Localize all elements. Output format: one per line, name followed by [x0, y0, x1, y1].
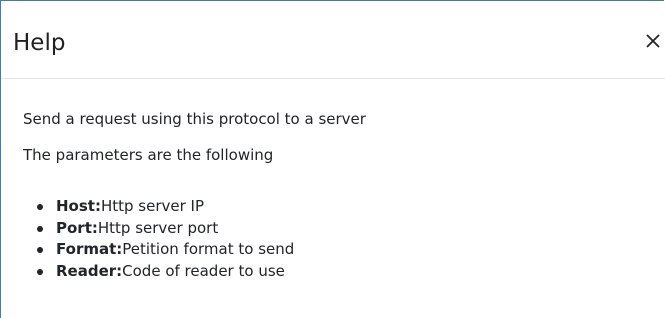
intro-text: Send a request using this protocol to a … — [23, 110, 366, 128]
list-item: Port:Http server port — [37, 218, 294, 240]
param-name: Port: — [56, 218, 98, 237]
param-name: Format: — [56, 240, 123, 258]
bullet-icon — [37, 247, 43, 253]
param-description: Petition format to send — [122, 240, 295, 258]
list-item: Host:Http server IP — [37, 196, 294, 218]
param-name: Host: — [56, 197, 101, 215]
list-item: Reader:Code of reader to use — [37, 261, 294, 283]
param-description: Code of reader to use — [122, 261, 285, 280]
param-list: Host:Http server IP Port:Http server por… — [37, 196, 294, 282]
bullet-icon — [37, 268, 43, 275]
params-heading: The parameters are the following — [23, 146, 274, 164]
dialog-body: Send a request using this protocol to a … — [23, 109, 654, 165]
close-icon — [646, 34, 660, 48]
help-dialog: Help Send a request using this protocol … — [0, 0, 665, 318]
param-description: Http server port — [97, 218, 219, 237]
param-name: Reader: — [56, 261, 123, 280]
close-button[interactable] — [643, 27, 663, 55]
bullet-icon — [37, 204, 43, 210]
bullet-icon — [37, 225, 43, 232]
dialog-title: Help — [13, 30, 66, 56]
dialog-header: Help — [1, 1, 665, 79]
param-description: Http server IP — [100, 197, 205, 215]
list-item: Format:Petition format to send — [37, 239, 294, 261]
